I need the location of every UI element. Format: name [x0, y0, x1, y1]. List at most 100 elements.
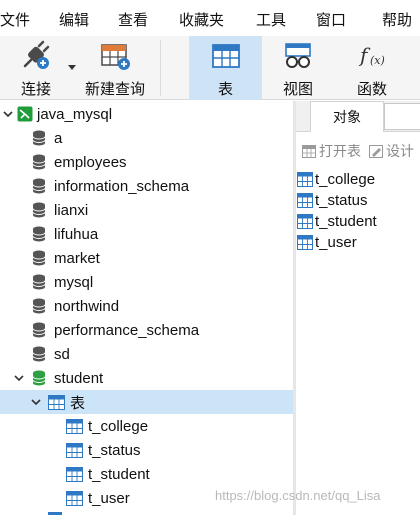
- tree-database-information-schema[interactable]: information_schema: [0, 174, 293, 198]
- table-name: t_user: [88, 489, 130, 507]
- database-icon: [32, 250, 46, 266]
- function-button[interactable]: f (x) 函数: [342, 36, 402, 100]
- menu-window[interactable]: 窗口: [316, 9, 346, 30]
- table-icon: [297, 213, 313, 229]
- tree-database-lifuhua[interactable]: lifuhua: [0, 222, 293, 246]
- main-toolbar: 连接 新建查询 表 视图 f (x) 函数: [0, 36, 420, 100]
- view-button[interactable]: 视图: [266, 36, 330, 100]
- tree-connection-java-mysql[interactable]: java_mysql: [0, 102, 293, 126]
- connection-name: java_mysql: [37, 105, 113, 123]
- tab-objects[interactable]: 对象: [310, 101, 384, 132]
- chevron-down-icon[interactable]: [13, 372, 25, 384]
- object-item-t-college[interactable]: t_college: [296, 169, 375, 189]
- database-icon: [32, 154, 46, 170]
- tree-database-lianxi[interactable]: lianxi: [0, 198, 293, 222]
- tree-database-student[interactable]: student: [0, 366, 293, 390]
- menu-tools[interactable]: 工具: [256, 9, 286, 30]
- database-name: employees: [54, 153, 127, 171]
- menu-help[interactable]: 帮助: [382, 9, 412, 30]
- database-name: student: [54, 369, 104, 387]
- design-icon: [369, 144, 383, 158]
- tree-database-a[interactable]: a: [0, 126, 293, 150]
- database-name: sd: [54, 345, 70, 363]
- tables-folder-label: 表: [70, 394, 86, 412]
- object-name: t_status: [315, 191, 368, 209]
- function-label: 函数: [356, 81, 387, 98]
- new-query-button[interactable]: 新建查询: [82, 36, 148, 100]
- table-icon: [211, 40, 241, 72]
- navigator-tree: java_mysql a employees information_schem…: [0, 101, 293, 515]
- svg-text:(x): (x): [370, 54, 385, 67]
- tab-objects-label: 对象: [333, 109, 361, 125]
- database-name: a: [54, 129, 63, 147]
- menu-favorites[interactable]: 收藏夹: [179, 9, 224, 30]
- table-icon: [297, 192, 313, 208]
- menu-file[interactable]: 文件: [0, 9, 30, 30]
- connect-dropdown-icon[interactable]: [68, 58, 76, 75]
- database-name: lianxi: [54, 201, 89, 219]
- object-panel: 对象 打开表 设计 t_college t_status t_student t…: [296, 101, 420, 515]
- table-icon: [66, 418, 83, 434]
- design-table-button[interactable]: 设计: [369, 141, 414, 161]
- open-table-button[interactable]: 打开表: [302, 141, 361, 161]
- connect-label: 连接: [20, 81, 51, 98]
- tree-database-mysql[interactable]: mysql: [0, 270, 293, 294]
- database-name: mysql: [54, 273, 94, 291]
- connect-button[interactable]: 连接: [8, 36, 64, 100]
- object-toolbar: 打开表 设计: [296, 138, 420, 164]
- menu-view[interactable]: 查看: [118, 9, 148, 30]
- object-item-t-student[interactable]: t_student: [296, 211, 377, 231]
- database-icon: [32, 346, 46, 362]
- database-icon: [32, 130, 46, 146]
- table-icon: [297, 234, 313, 250]
- tree-database-market[interactable]: market: [0, 246, 293, 270]
- menu-edit[interactable]: 编辑: [59, 9, 89, 30]
- tree-database-sd[interactable]: sd: [0, 342, 293, 366]
- table-name: t_college: [88, 417, 149, 435]
- table-name: t_student: [88, 465, 150, 483]
- new-query-icon: [98, 40, 132, 72]
- open-table-icon: [302, 144, 316, 158]
- view-icon: [282, 40, 314, 72]
- tab-strip: 对象: [296, 101, 420, 132]
- database-name: northwind: [54, 297, 120, 315]
- tree-table-t-student[interactable]: t_student: [0, 462, 293, 486]
- table-name: t_status: [88, 441, 141, 459]
- database-name: performance_schema: [54, 321, 200, 339]
- toolbar-separator: [160, 40, 161, 96]
- database-name: lifuhua: [54, 225, 99, 243]
- table-label: 表: [217, 81, 233, 98]
- object-item-t-user[interactable]: t_user: [296, 232, 357, 252]
- table-icon: [48, 394, 65, 410]
- plug-icon: [19, 40, 53, 72]
- tree-table-t-college[interactable]: t_college: [0, 414, 293, 438]
- open-table-label: 打开表: [319, 143, 361, 159]
- database-icon: [32, 298, 46, 314]
- table-button[interactable]: 表: [189, 36, 262, 100]
- table-icon: [66, 490, 83, 506]
- tree-database-employees[interactable]: employees: [0, 150, 293, 174]
- database-name: market: [54, 249, 100, 267]
- new-query-label: 新建查询: [84, 81, 145, 98]
- database-icon: [32, 202, 46, 218]
- connection-icon: [17, 106, 33, 122]
- design-label: 设计: [386, 143, 414, 159]
- database-icon: [32, 322, 46, 338]
- object-name: t_user: [315, 233, 357, 251]
- chevron-down-icon[interactable]: [30, 396, 42, 408]
- object-item-t-status[interactable]: t_status: [296, 190, 368, 210]
- chevron-down-icon[interactable]: [2, 108, 14, 120]
- tree-database-northwind[interactable]: northwind: [0, 294, 293, 318]
- table-icon: [66, 466, 83, 482]
- tree-table-t-status[interactable]: t_status: [0, 438, 293, 462]
- view-label: 视图: [282, 81, 313, 98]
- function-icon: f (x): [357, 40, 387, 72]
- database-icon: [32, 274, 46, 290]
- tree-database-performance-schema[interactable]: performance_schema: [0, 318, 293, 342]
- table-icon: [66, 442, 83, 458]
- tree-tables-folder[interactable]: 表: [0, 390, 293, 414]
- object-name: t_college: [315, 170, 376, 188]
- database-icon: [32, 178, 46, 194]
- object-search-input[interactable]: [384, 103, 420, 130]
- table-icon: [297, 171, 313, 187]
